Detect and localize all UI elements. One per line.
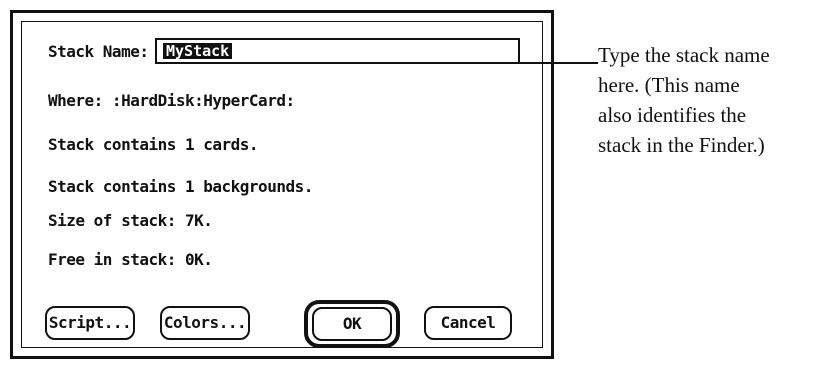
callout-line-4: stack in the Finder.): [598, 133, 765, 157]
stack-size-text: Size of stack: 7K.: [48, 211, 213, 230]
cards-count-text: Stack contains 1 cards.: [48, 135, 259, 154]
free-space-text: Free in stack: 0K.: [48, 250, 213, 269]
callout-line-1: Type the stack name: [598, 43, 770, 67]
callout-line-2: here. (This name: [598, 73, 740, 97]
stack-name-label: Stack Name:: [48, 42, 149, 61]
colors-button[interactable]: Colors...: [160, 306, 250, 340]
stack-name-input[interactable]: MyStack: [155, 38, 520, 64]
backgrounds-count-text: Stack contains 1 backgrounds.: [48, 177, 313, 196]
cancel-button[interactable]: Cancel: [424, 306, 512, 340]
callout-line-3: also identifies the: [598, 103, 747, 127]
ok-button[interactable]: OK: [312, 307, 392, 341]
where-text: Where: :HardDisk:HyperCard:: [48, 91, 295, 110]
callout-text: Type the stack name here. (This name als…: [598, 40, 823, 160]
callout-leader-line: [248, 62, 598, 64]
script-button[interactable]: Script...: [45, 306, 135, 340]
stack-name-selected-text: MyStack: [163, 43, 233, 59]
